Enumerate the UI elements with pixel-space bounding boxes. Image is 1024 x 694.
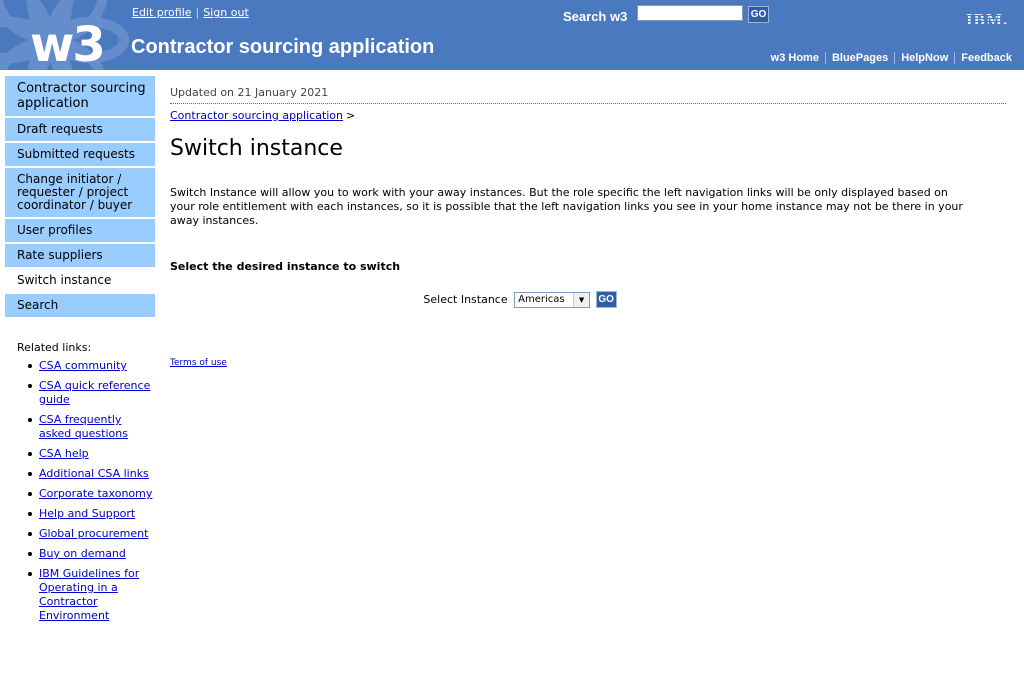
intro-text: Switch Instance will allow you to work w… (170, 186, 963, 227)
related-links-list: CSA community CSA quick reference guide … (17, 359, 157, 623)
main-content: Updated on 21 January 2021 Contractor so… (170, 86, 1006, 368)
search-label: Search w3 (563, 9, 628, 24)
nav-bluepages[interactable]: BluePages (824, 52, 894, 64)
list-item: Global procurement (28, 527, 157, 541)
chevron-down-icon[interactable]: ▼ (573, 292, 590, 307)
sidebar-item-switch-instance[interactable]: Switch instance (5, 269, 155, 292)
list-item: Corporate taxonomy (28, 487, 157, 501)
related-link-csa-community[interactable]: CSA community (39, 359, 127, 372)
related-link-buy-on-demand[interactable]: Buy on demand (39, 547, 126, 560)
list-item: Help and Support (28, 507, 157, 521)
page-title: Switch instance (170, 136, 343, 161)
list-item: Buy on demand (28, 547, 157, 561)
list-item: CSA help (28, 447, 157, 461)
nav-w3-home[interactable]: w3 Home (765, 52, 825, 64)
instance-go-button[interactable]: GO (595, 291, 617, 308)
related-link-help-support[interactable]: Help and Support (39, 507, 135, 520)
related-link-taxonomy[interactable]: Corporate taxonomy (39, 487, 152, 500)
breadcrumb-separator: > (346, 109, 356, 122)
related-link-csa-help[interactable]: CSA help (39, 447, 89, 460)
breadcrumb: Contractor sourcing application > (170, 109, 1006, 122)
top-links-separator: | (195, 6, 200, 19)
nav-feedback[interactable]: Feedback (954, 52, 1012, 64)
related-link-ibm-guidelines[interactable]: IBM Guidelines for Operating in a Contra… (39, 567, 139, 622)
site-title: Contractor sourcing application (131, 36, 435, 58)
w3-logo[interactable]: w3 (30, 20, 106, 70)
list-item: CSA frequently asked questions (28, 413, 157, 441)
instance-select[interactable]: Americas ▼ (514, 291, 591, 308)
top-links: Edit profile | Sign out (132, 6, 249, 19)
sidebar-item-csa-home[interactable]: Contractor sourcing application (5, 76, 155, 116)
related-links-heading: Related links: (17, 341, 92, 354)
sidebar-item-rate-suppliers[interactable]: Rate suppliers (5, 244, 155, 267)
search-input[interactable] (637, 5, 743, 21)
updated-date: Updated on 21 January 2021 (170, 86, 1006, 104)
terms-of-use-link[interactable]: Terms of use (170, 358, 227, 368)
instance-select-value: Americas (518, 293, 565, 305)
search-go-button[interactable]: GO (748, 6, 769, 23)
sidebar-item-draft-requests[interactable]: Draft requests (5, 118, 155, 141)
sidebar-item-user-profiles[interactable]: User profiles (5, 219, 155, 242)
select-instance-label: Select Instance (423, 293, 508, 306)
nav-helpnow[interactable]: HelpNow (894, 52, 954, 64)
related-link-faq[interactable]: CSA frequently asked questions (39, 413, 128, 440)
ibm-logo[interactable]: IBM. (966, 10, 1008, 30)
list-item: IBM Guidelines for Operating in a Contra… (28, 567, 157, 623)
sign-out-link[interactable]: Sign out (203, 6, 249, 19)
masthead: w3 Edit profile | Sign out Contractor sour… (0, 0, 1024, 70)
list-item: Additional CSA links (28, 467, 157, 481)
select-heading: Select the desired instance to switch (170, 260, 401, 273)
left-navigation: Contractor sourcing application Draft re… (5, 76, 155, 319)
sidebar-item-submitted-requests[interactable]: Submitted requests (5, 143, 155, 166)
edit-profile-link[interactable]: Edit profile (132, 6, 192, 19)
list-item: CSA quick reference guide (28, 379, 157, 407)
list-item: CSA community (28, 359, 157, 373)
related-link-quick-reference[interactable]: CSA quick reference guide (39, 379, 150, 406)
sidebar-item-change-initiator[interactable]: Change initiator / requester / project c… (5, 168, 155, 217)
instance-selector-row: Select Instance Americas ▼ GO (40, 291, 1000, 308)
related-links: Related links: CSA community CSA quick r… (17, 341, 157, 629)
terms-footer: Terms of use (170, 358, 1006, 368)
related-link-additional[interactable]: Additional CSA links (39, 467, 149, 480)
breadcrumb-link-csa[interactable]: Contractor sourcing application (170, 109, 343, 122)
related-link-global-procurement[interactable]: Global procurement (39, 527, 148, 540)
masthead-nav: w3 Home BluePages HelpNow Feedback (765, 52, 1012, 64)
